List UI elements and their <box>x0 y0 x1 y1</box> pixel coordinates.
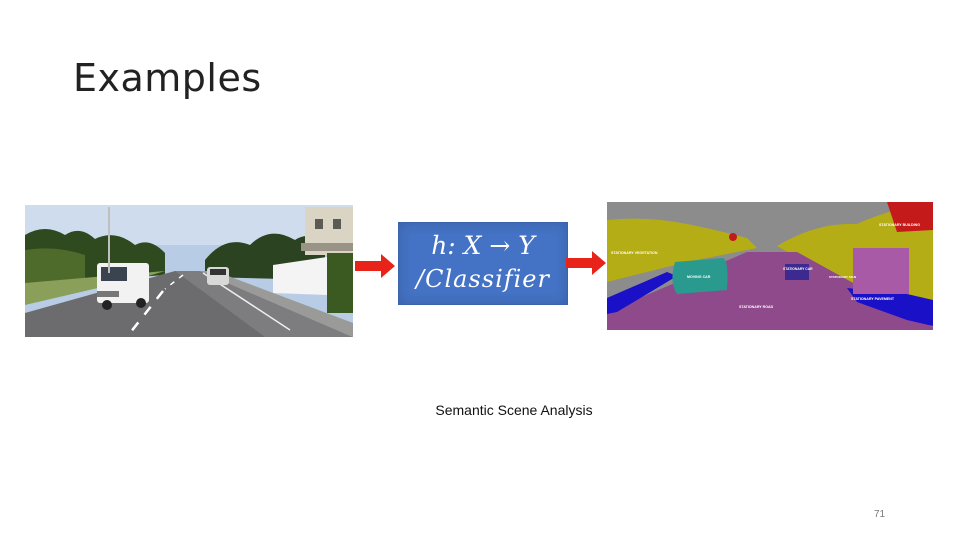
label-moving-car: MOVING CAR <box>687 275 711 279</box>
right-arrow-icon <box>355 254 395 278</box>
segmentation-image: STATIONARY VEGETATION STATIONARY BUILDIN… <box>607 202 933 330</box>
page-number: 71 <box>874 509 886 520</box>
label-stationary-car: STATIONARY CAR <box>783 267 813 271</box>
label-road: STATIONARY ROAD <box>739 305 774 309</box>
slide-title: Examples <box>73 56 262 100</box>
figure-caption: Semantic Scene Analysis <box>435 402 593 418</box>
classifier-label: /Classifier <box>416 265 550 293</box>
label-sign: STATIONARY SIGN <box>829 275 856 279</box>
label-building: STATIONARY BUILDING <box>879 223 920 227</box>
classifier-formula: h: X → Y <box>431 231 535 260</box>
label-vegetation: STATIONARY VEGETATION <box>611 251 658 255</box>
classifier-box: h: X → Y /Classifier <box>398 222 568 305</box>
right-arrow-icon <box>566 251 606 275</box>
label-pavement: STATIONARY PAVEMENT <box>851 297 895 301</box>
street-photo <box>25 205 353 337</box>
